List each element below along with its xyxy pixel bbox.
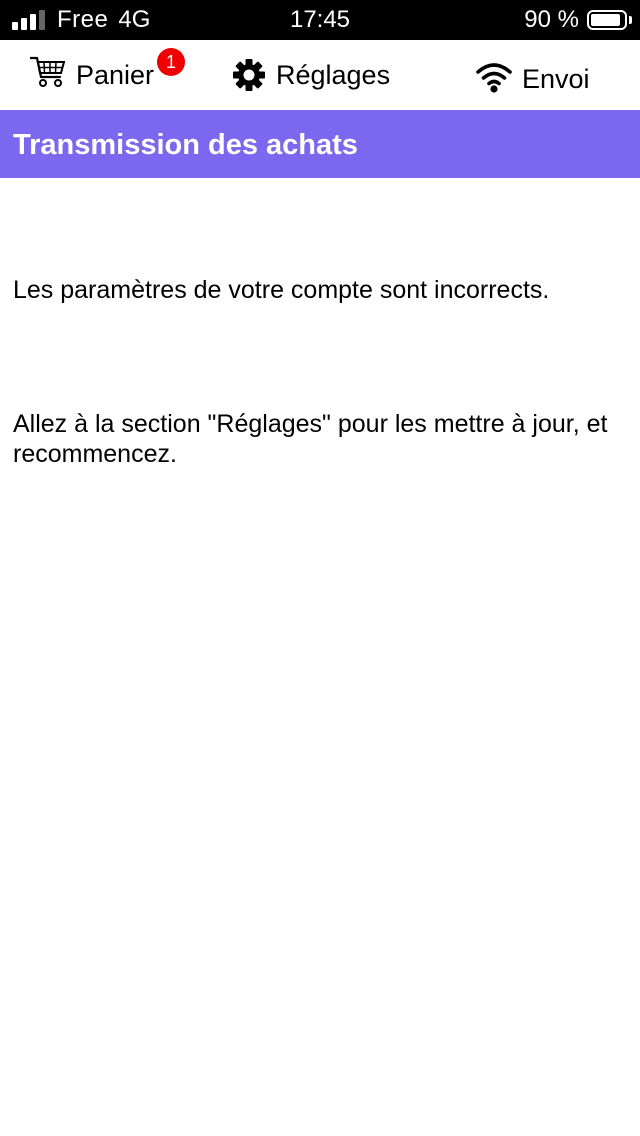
instruction-message: Allez à la section "Réglages" pour les m… [13,410,608,468]
page-title: Transmission des achats [13,129,358,161]
battery-icon [587,10,627,30]
status-bar: Free 4G 17:45 90 % [0,0,640,40]
settings-button[interactable]: Réglages [232,40,390,110]
cart-button[interactable]: Panier 1 [30,40,185,110]
cart-icon [30,55,66,89]
settings-label: Réglages [276,59,391,90]
cart-label: Panier [76,59,155,90]
battery-cap [629,16,632,24]
top-toolbar: Panier 1 Réglages Envoi [0,40,640,110]
section-header: Transmission des achats [0,110,640,178]
send-button[interactable]: Envoi [475,40,590,110]
error-message: Les paramètres de votre compte sont inco… [13,276,550,304]
send-label: Envoi [522,63,590,94]
gear-icon [232,58,266,92]
cart-count-badge: 1 [157,48,185,76]
battery-level-fill [591,14,620,26]
wifi-icon [475,61,513,93]
battery-percent: 90 % [524,6,579,33]
status-right: 90 % [524,0,632,40]
